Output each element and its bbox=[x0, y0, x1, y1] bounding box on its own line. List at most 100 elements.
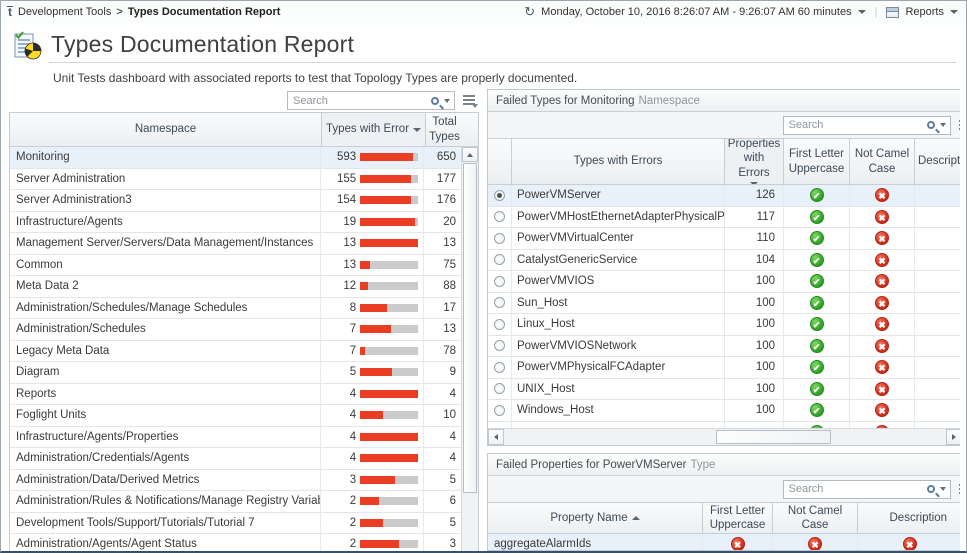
namespace-table-row[interactable]: Management Server/Servers/Data Managemen… bbox=[10, 233, 461, 255]
column-header-first-letter-uppercase[interactable]: First Letter Uppercase bbox=[703, 503, 773, 533]
namespace-table-row[interactable]: Server Administration3 154 176 bbox=[10, 190, 461, 212]
row-radio-button[interactable] bbox=[494, 276, 505, 287]
namespace-table-row[interactable]: Common 13 75 bbox=[10, 255, 461, 277]
column-header-properties-with-errors[interactable]: Properties with Errors bbox=[725, 139, 784, 184]
namespace-table-row[interactable]: Meta Data 2 12 88 bbox=[10, 276, 461, 298]
row-radio-button[interactable] bbox=[494, 233, 505, 244]
row-radio-button[interactable] bbox=[494, 383, 505, 394]
time-range-dropdown-icon[interactable] bbox=[858, 10, 866, 14]
failed-types-table-row[interactable]: CatalystGenericService 104 ✔ ✖ bbox=[488, 250, 960, 272]
namespace-table-row[interactable]: Reports 4 4 bbox=[10, 384, 461, 406]
fail-x-icon: ✖ bbox=[875, 317, 889, 331]
failed-properties-search-input[interactable] bbox=[789, 483, 927, 495]
right-column: Failed Types for Monitoring Namespace bbox=[487, 89, 960, 551]
row-radio-button[interactable] bbox=[494, 362, 505, 373]
namespace-table-row[interactable]: Administration/Rules & Notifications/Man… bbox=[10, 491, 461, 513]
fail-x-icon: ✖ bbox=[875, 403, 889, 417]
breadcrumb-item-development-tools[interactable]: Development Tools bbox=[18, 6, 111, 18]
row-radio-button[interactable] bbox=[494, 319, 505, 330]
failed-types-table-row[interactable]: PowerVMVIOSNetwork 100 ✔ ✖ bbox=[488, 336, 960, 358]
table-customizer-icon[interactable] bbox=[958, 483, 960, 496]
column-header-property-name[interactable]: Property Name bbox=[488, 503, 703, 533]
search-options-caret-icon[interactable] bbox=[940, 487, 946, 491]
namespace-search[interactable] bbox=[287, 91, 455, 110]
error-ratio-bar bbox=[360, 196, 418, 204]
column-header-namespace[interactable]: Namespace bbox=[10, 113, 322, 146]
namespace-table-row[interactable]: Administration/Agents/Agent Status 2 3 bbox=[10, 534, 461, 551]
column-header-description[interactable]: Description bbox=[858, 503, 960, 533]
namespace-search-input[interactable] bbox=[293, 95, 431, 107]
namespace-table-row[interactable]: Administration/Credentials/Agents 4 4 bbox=[10, 448, 461, 470]
failed-types-table-row[interactable]: PowerVMVirtualCenter 110 ✔ ✖ bbox=[488, 228, 960, 250]
topbar-divider: | bbox=[872, 6, 881, 18]
breadcrumb: t Development Tools > Types Documentatio… bbox=[7, 6, 280, 18]
failed-types-table-row[interactable]: PowerVMPhysicalFCAdapter 100 ✔ ✖ bbox=[488, 357, 960, 379]
namespace-table-row[interactable]: Diagram 5 9 bbox=[10, 362, 461, 384]
error-ratio-bar bbox=[360, 390, 418, 398]
scrollbar-thumb[interactable] bbox=[463, 163, 477, 493]
time-range-label[interactable]: Monday, October 10, 2016 8:26:07 AM - 9:… bbox=[541, 6, 851, 18]
column-header-types-with-error[interactable]: Types with Error bbox=[322, 113, 426, 146]
failed-types-table-row[interactable]: Sun_Host 100 ✔ ✖ bbox=[488, 293, 960, 315]
column-header-total-types[interactable]: Total Types bbox=[426, 113, 463, 146]
scroll-right-button[interactable] bbox=[946, 429, 960, 445]
pass-check-icon: ✔ bbox=[810, 274, 824, 288]
namespace-table-row[interactable]: Monitoring 593 650 bbox=[10, 147, 461, 169]
table-customizer-icon[interactable] bbox=[958, 119, 960, 132]
failed-types-table-row[interactable]: PowerVMHostEthernetAdapterPhysicalPort 1… bbox=[488, 207, 960, 229]
failed-types-search-input[interactable] bbox=[789, 119, 927, 131]
scrollbar-thumb[interactable] bbox=[716, 430, 831, 444]
namespace-table-vscrollbar[interactable] bbox=[461, 147, 478, 551]
namespace-table-row[interactable]: Server Administration 155 177 bbox=[10, 169, 461, 191]
failed-types-table-row[interactable]: PowerVMServer 126 ✔ ✖ bbox=[488, 185, 960, 207]
fail-x-icon: ✖ bbox=[808, 537, 822, 550]
pass-check-icon: ✔ bbox=[810, 317, 824, 331]
row-radio-button[interactable] bbox=[494, 211, 505, 222]
search-icon[interactable] bbox=[927, 121, 935, 129]
namespace-table-row[interactable]: Foglight Units 4 10 bbox=[10, 405, 461, 427]
column-header-not-camel-case[interactable]: Not Camel Case bbox=[850, 139, 915, 184]
namespace-table-row[interactable]: Administration/Schedules 7 13 bbox=[10, 319, 461, 341]
report-document-icon bbox=[13, 31, 43, 61]
scroll-left-button[interactable] bbox=[488, 429, 504, 445]
reports-menu[interactable]: Reports bbox=[905, 6, 944, 18]
failed-types-table-row[interactable]: UNIX_Host 100 ✔ ✖ bbox=[488, 379, 960, 401]
search-options-caret-icon[interactable] bbox=[940, 123, 946, 127]
namespace-table-row[interactable]: Infrastructure/Agents 19 20 bbox=[10, 212, 461, 234]
column-header-types-with-errors[interactable]: Types with Errors bbox=[512, 139, 725, 184]
page: t Development Tools > Types Documentatio… bbox=[0, 0, 967, 553]
failed-types-table-row[interactable]: Linux_Host 100 ✔ ✖ bbox=[488, 314, 960, 336]
failed-types-table-row[interactable]: PowerVMVIOS 100 ✔ ✖ bbox=[488, 271, 960, 293]
pass-check-icon: ✔ bbox=[810, 382, 824, 396]
error-ratio-bar bbox=[360, 325, 418, 333]
row-radio-button[interactable] bbox=[494, 297, 505, 308]
namespace-table-row[interactable]: Development Tools/Support/Tutorials/Tuto… bbox=[10, 513, 461, 535]
failed-types-search[interactable] bbox=[783, 116, 951, 135]
row-radio-button[interactable] bbox=[494, 254, 505, 265]
pass-check-icon: ✔ bbox=[810, 339, 824, 353]
search-icon[interactable] bbox=[431, 97, 439, 105]
fail-x-icon: ✖ bbox=[875, 210, 889, 224]
search-options-caret-icon[interactable] bbox=[444, 99, 450, 103]
failed-types-table-row[interactable]: Windows_Host 100 ✔ ✖ bbox=[488, 400, 960, 422]
namespace-table-row[interactable]: Legacy Meta Data 7 78 bbox=[10, 341, 461, 363]
failed-types-hscrollbar[interactable] bbox=[488, 428, 960, 445]
action-history-icon[interactable]: t bbox=[7, 6, 13, 18]
error-ratio-bar bbox=[360, 368, 418, 376]
search-icon[interactable] bbox=[927, 485, 935, 493]
row-radio-button[interactable] bbox=[494, 340, 505, 351]
column-header-description-truncated[interactable]: Description bbox=[915, 139, 960, 184]
table-customizer-icon[interactable] bbox=[462, 94, 477, 107]
reports-dropdown-icon[interactable] bbox=[950, 10, 958, 14]
failed-properties-table-row[interactable]: aggregateAlarmIds ✖ ✖ ✖ bbox=[488, 534, 960, 550]
namespace-table-row[interactable]: Infrastructure/Agents/Properties 4 4 bbox=[10, 427, 461, 449]
pass-check-icon: ✔ bbox=[810, 253, 824, 267]
failed-properties-search[interactable] bbox=[783, 480, 951, 499]
scroll-up-button[interactable] bbox=[462, 147, 478, 162]
row-radio-button[interactable] bbox=[494, 190, 505, 201]
row-radio-button[interactable] bbox=[494, 405, 505, 416]
namespace-table-row[interactable]: Administration/Data/Derived Metrics 3 5 bbox=[10, 470, 461, 492]
column-header-first-letter-uppercase[interactable]: First Letter Uppercase bbox=[784, 139, 850, 184]
namespace-table-row[interactable]: Administration/Schedules/Manage Schedule… bbox=[10, 298, 461, 320]
column-header-not-camel-case[interactable]: Not Camel Case bbox=[773, 503, 858, 533]
